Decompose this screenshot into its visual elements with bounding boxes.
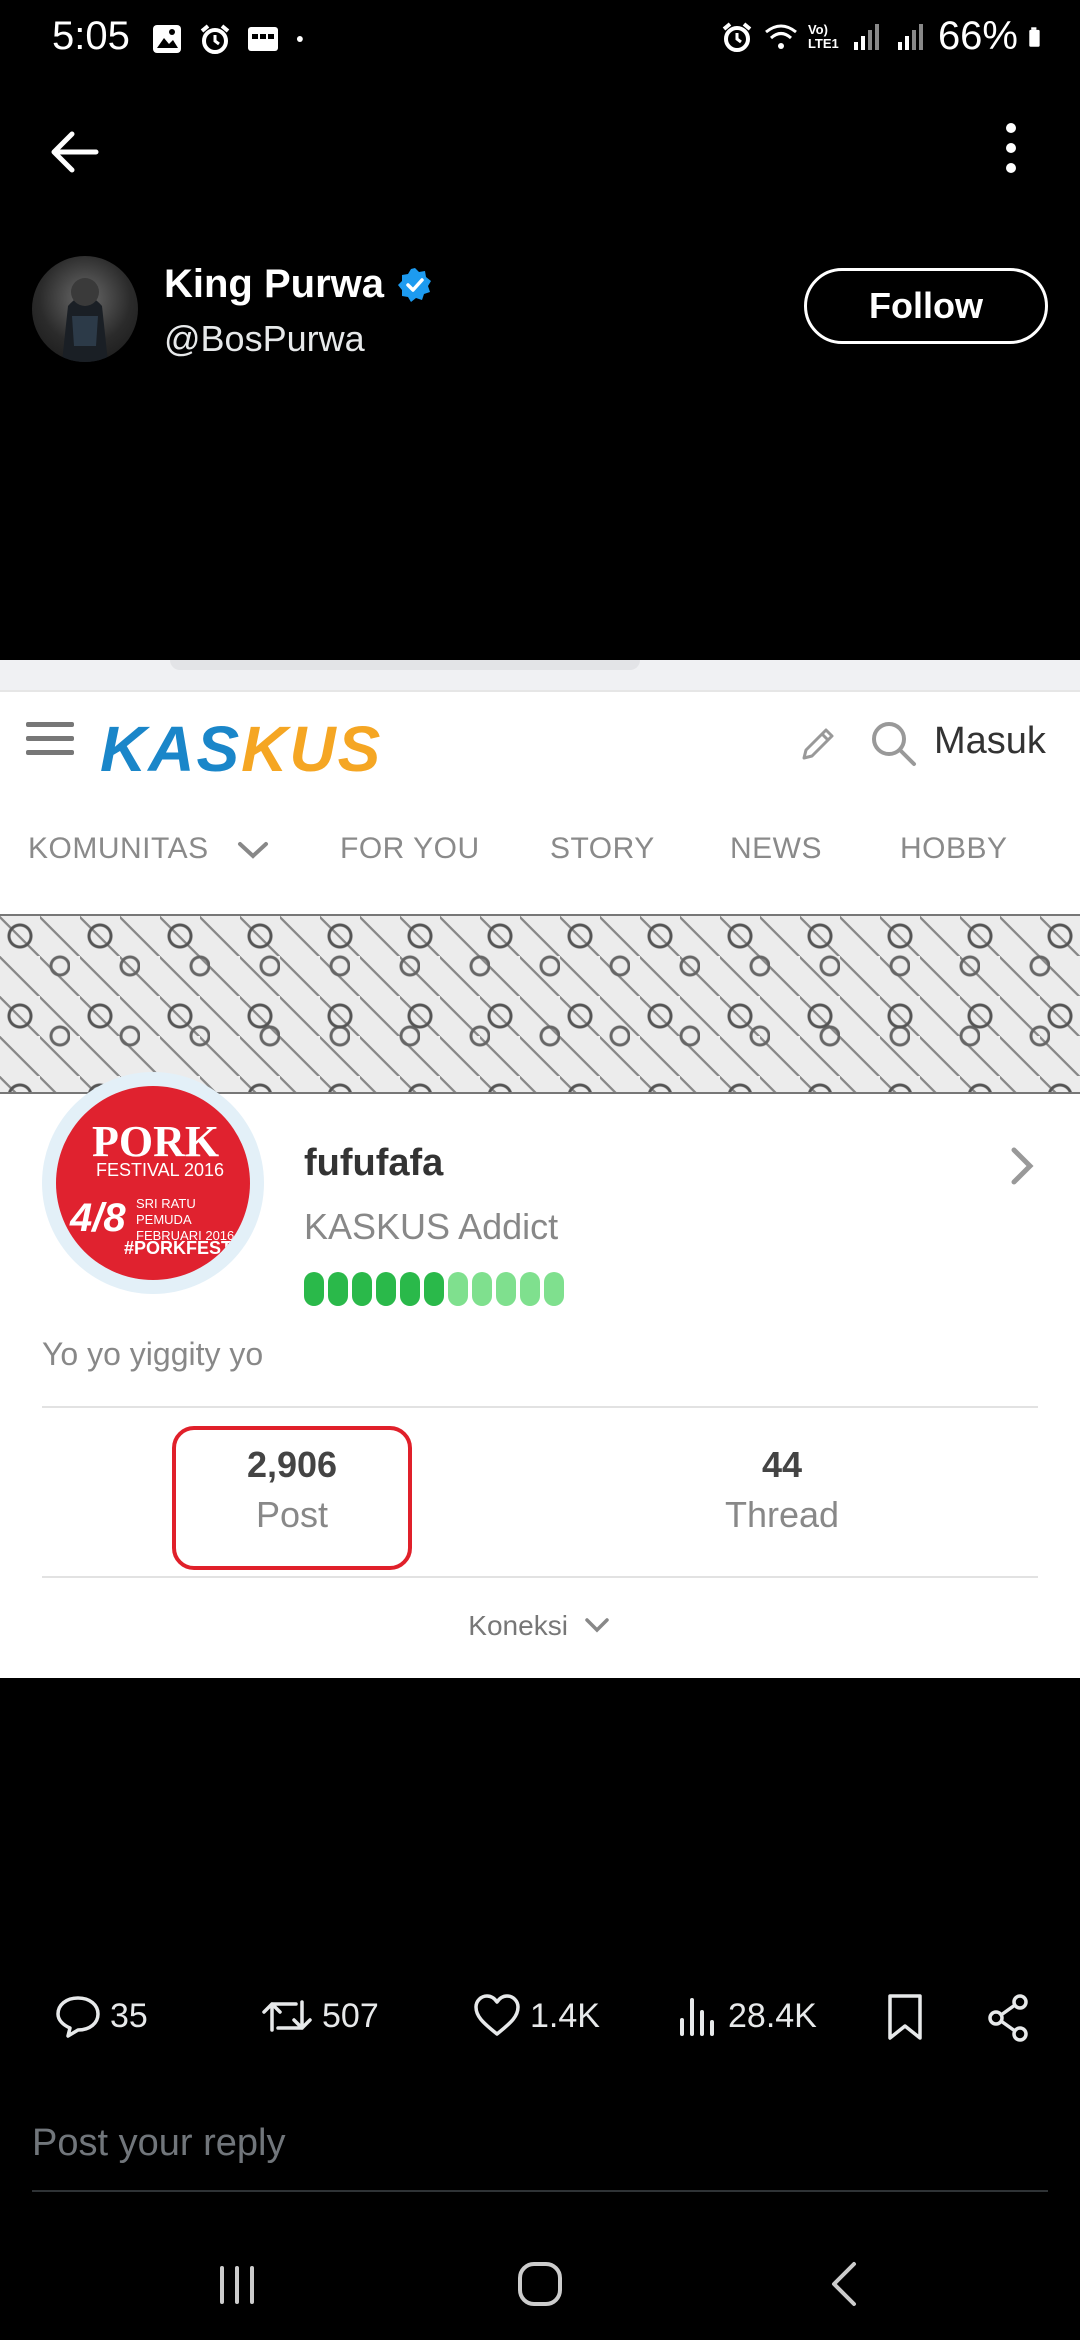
- avatar-text-5: #PORKFEST: [124, 1238, 233, 1258]
- avatar-text-3: 4/8: [70, 1196, 126, 1240]
- system-nav-bar: [0, 2230, 1080, 2340]
- rank-dot: [520, 1272, 540, 1306]
- login-link: Masuk: [934, 720, 1046, 762]
- author-avatar[interactable]: [32, 256, 138, 362]
- reply-button[interactable]: 35: [54, 1992, 148, 2040]
- gallery-icon: [153, 25, 181, 53]
- tab-news: NEWS: [730, 832, 822, 865]
- share-icon[interactable]: [984, 1992, 1032, 2044]
- alarm-icon: [200, 24, 230, 54]
- kaskus-rank: KASKUS Addict: [304, 1206, 559, 1247]
- kaskus-username: fufufafa: [304, 1142, 444, 1184]
- rank-dot: [424, 1272, 444, 1306]
- recent-apps-icon[interactable]: [212, 2260, 262, 2310]
- rank-dot: [376, 1272, 396, 1306]
- alarm-icon: [722, 21, 752, 52]
- stat-threads-label: Thread: [724, 1494, 840, 1535]
- connections-toggle: Koneksi: [0, 1610, 1080, 1642]
- tab-komunitas: KOMUNITAS: [28, 832, 209, 865]
- kaskus-nav-tabs: KOMUNITAS FOR YOU STORY NEWS HOBBY: [0, 822, 1080, 892]
- avatar-text-2: FESTIVAL 2016: [96, 1160, 225, 1180]
- tab-for-you: FOR YOU: [340, 832, 480, 865]
- repost-icon: [262, 2000, 312, 2032]
- verified-badge-icon: [398, 267, 432, 302]
- reply-input[interactable]: Post your reply: [32, 2122, 285, 2165]
- rank-dot: [304, 1272, 324, 1306]
- views-count: 28.4K: [728, 1996, 817, 2035]
- embedded-image[interactable]: KASKUS Masuk KOMUNITAS FOR YOU STORY NEW…: [0, 660, 1080, 1678]
- rank-bar: [304, 1272, 564, 1306]
- arrow-left-icon[interactable]: [44, 122, 104, 182]
- embed-top-band: [0, 660, 1080, 690]
- heart-icon: [474, 1994, 520, 2036]
- reply-underline: [32, 2190, 1048, 2192]
- views-button[interactable]: 28.4K: [676, 1992, 817, 2040]
- rank-dot: [448, 1272, 468, 1306]
- kaskus-bio: Yo yo yiggity yo: [42, 1336, 264, 1372]
- more-vertical-icon[interactable]: [994, 118, 1028, 178]
- rank-dot: [352, 1272, 372, 1306]
- bookmark-icon[interactable]: [884, 1992, 926, 2044]
- home-icon[interactable]: [514, 2258, 566, 2310]
- signal-icon: [853, 23, 879, 50]
- repost-button[interactable]: 507: [260, 1992, 379, 2040]
- wifi-icon: [765, 24, 797, 49]
- signal-icon: [897, 23, 923, 50]
- reply-icon: [56, 1996, 100, 2038]
- connections-label: Koneksi: [468, 1610, 568, 1641]
- highlight-box: [172, 1426, 412, 1570]
- keyboard-icon: [248, 27, 278, 51]
- stat-threads-value: 44: [761, 1444, 803, 1485]
- stat-threads: 44 Thread: [662, 1444, 902, 1536]
- avatar-badge: PORK FESTIVAL 2016 4/8 SRI RATU PEMUDA F…: [56, 1086, 250, 1280]
- battery-percent: 66%: [937, 14, 1018, 58]
- divider: [42, 1576, 1038, 1578]
- avatar-image: [62, 278, 108, 362]
- divider: [42, 1406, 1038, 1408]
- back-icon[interactable]: [820, 2258, 870, 2310]
- kaskus-logo: KASKUS: [100, 712, 382, 786]
- battery-icon: [1029, 26, 1040, 47]
- chevron-right-icon: [1011, 1147, 1034, 1185]
- status-left-icons: [150, 22, 314, 56]
- tab-story: STORY: [550, 832, 655, 865]
- search-icon: [872, 722, 916, 766]
- tweet-actions: 35 507 1.4K 28.4K: [0, 1980, 1080, 2060]
- logo-part2: KUS: [241, 713, 383, 785]
- chevron-down-icon: [238, 842, 268, 859]
- network-label: Vo) LTE1: [807, 21, 839, 51]
- embed-pill: [170, 660, 640, 670]
- logo-part1: KAS: [100, 713, 242, 785]
- follow-button[interactable]: Follow: [804, 268, 1048, 344]
- author-name[interactable]: King Purwa: [164, 262, 434, 307]
- dot-icon: [296, 36, 303, 42]
- rank-dot: [544, 1272, 564, 1306]
- profile-banner: [0, 914, 1080, 1094]
- status-bar: 5:05 Vo) LTE1 66%: [0, 0, 1080, 84]
- kaskus-avatar: PORK FESTIVAL 2016 4/8 SRI RATU PEMUDA F…: [42, 1072, 264, 1294]
- rank-dot: [328, 1272, 348, 1306]
- avatar-text-4: SRI RATU PEMUDA FEBRUARI 2016: [136, 1196, 235, 1243]
- display-name: King Purwa: [164, 262, 385, 306]
- rank-dot: [496, 1272, 516, 1306]
- reply-count: 35: [110, 1996, 148, 2035]
- status-time: 5:05: [52, 14, 130, 58]
- rank-dot: [472, 1272, 492, 1306]
- like-button[interactable]: 1.4K: [472, 1992, 600, 2040]
- views-icon: [680, 1998, 714, 2036]
- rank-dot: [400, 1272, 420, 1306]
- status-right: Vo) LTE1 66%: [720, 14, 1050, 59]
- chevron-down-icon: [584, 1618, 609, 1633]
- author-handle: @BosPurwa: [164, 318, 365, 359]
- pencil-icon: [802, 728, 834, 760]
- hamburger-menu-icon: [26, 722, 74, 762]
- like-count: 1.4K: [530, 1996, 600, 2035]
- tab-hobby: HOBBY: [900, 832, 1008, 865]
- repost-count: 507: [322, 1996, 379, 2035]
